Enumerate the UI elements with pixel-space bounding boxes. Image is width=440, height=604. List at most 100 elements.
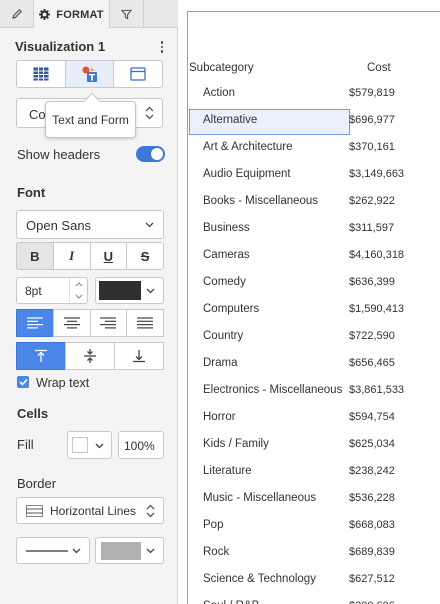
align-top-icon <box>35 349 47 362</box>
table-row[interactable]: Literature $238,242 <box>188 459 440 486</box>
table-row[interactable]: Pop $668,083 <box>188 513 440 540</box>
cell-subcategory[interactable]: Science & Technology <box>203 573 316 585</box>
cell-subcategory[interactable]: Literature <box>203 465 252 477</box>
font-size-stepper[interactable] <box>69 278 87 303</box>
cell-subcategory[interactable]: Art & Architecture <box>203 141 292 153</box>
cell-subcategory[interactable]: Computers <box>203 303 259 315</box>
cell-cost[interactable]: $696,977 <box>349 114 395 126</box>
table-row[interactable]: Comedy $636,399 <box>188 270 440 297</box>
cell-subcategory[interactable]: Country <box>203 330 243 342</box>
show-headers-toggle[interactable] <box>136 146 165 162</box>
cell-subcategory[interactable]: Kids / Family <box>203 438 269 450</box>
border-style-select[interactable]: Horizontal Lines <box>16 497 164 524</box>
cell-cost[interactable]: $4,160,318 <box>349 249 404 261</box>
cell-subcategory[interactable]: Rock <box>203 546 229 558</box>
table-row[interactable]: Music - Miscellaneous $536,228 <box>188 486 440 513</box>
cell-cost[interactable]: $668,083 <box>349 519 395 531</box>
align-middle-button[interactable] <box>65 342 115 370</box>
font-size-input[interactable]: 8pt <box>16 277 88 304</box>
tab-filter[interactable] <box>110 0 144 28</box>
border-color-picker[interactable] <box>95 537 164 564</box>
cell-cost[interactable]: $656,465 <box>349 357 395 369</box>
cell-cost[interactable]: $262,922 <box>349 195 395 207</box>
cell-subcategory[interactable]: Business <box>203 222 250 234</box>
align-top-button[interactable] <box>16 342 66 370</box>
viz-type-text-form-button[interactable]: T <box>65 61 115 87</box>
cells-section-heading: Cells <box>17 406 49 421</box>
cell-cost[interactable]: $3,149,663 <box>349 168 404 180</box>
bold-button[interactable]: B <box>16 242 54 270</box>
table-row[interactable]: Kids / Family $625,034 <box>188 432 440 459</box>
table-row[interactable]: Alternative $696,977 <box>188 108 440 135</box>
table-row[interactable]: Drama $656,465 <box>188 351 440 378</box>
italic-button[interactable]: I <box>52 242 91 270</box>
svg-text:T: T <box>88 74 95 84</box>
border-line-style-picker[interactable] <box>16 537 90 564</box>
table-grid-icon <box>32 67 49 81</box>
table-row[interactable]: Books - Miscellaneous $262,922 <box>188 189 440 216</box>
table-row[interactable]: Horror $594,754 <box>188 405 440 432</box>
table-visualization[interactable]: Subcategory Cost Action $579,819 Alternati… <box>187 11 440 604</box>
column-header-cost[interactable]: Cost <box>367 62 391 74</box>
cell-cost[interactable]: $636,399 <box>349 276 395 288</box>
tab-format-label: FORMAT <box>56 8 104 21</box>
tab-edit[interactable] <box>0 0 34 28</box>
cell-cost[interactable]: $689,839 <box>349 546 395 558</box>
viz-type-table-button[interactable] <box>17 61 66 87</box>
cell-subcategory[interactable]: Comedy <box>203 276 246 288</box>
cell-cost[interactable]: $370,161 <box>349 141 395 153</box>
cell-subcategory[interactable]: Cameras <box>203 249 250 261</box>
cell-cost[interactable]: $3,861,533 <box>349 384 404 396</box>
column-header-subcategory[interactable]: Subcategory <box>189 62 254 74</box>
table-row[interactable]: Business $311,597 <box>188 216 440 243</box>
cell-subcategory[interactable]: Audio Equipment <box>203 168 291 180</box>
tab-format[interactable]: FORMAT <box>34 0 110 29</box>
cell-cost[interactable]: $536,228 <box>349 492 395 504</box>
cell-cost[interactable]: $627,512 <box>349 573 395 585</box>
font-family-select[interactable]: Open Sans <box>16 210 164 239</box>
underline-button[interactable]: U <box>89 242 128 270</box>
fill-color-picker[interactable] <box>67 431 112 459</box>
align-center-button[interactable] <box>52 309 91 337</box>
fill-opacity-input[interactable]: 100% <box>118 431 164 459</box>
align-justify-icon <box>137 317 154 329</box>
align-bottom-button[interactable] <box>114 342 164 370</box>
cell-cost[interactable]: $722,590 <box>349 330 395 342</box>
cell-subcategory[interactable]: Electronics - Miscellaneous <box>203 384 342 396</box>
cell-cost[interactable]: $238,242 <box>349 465 395 477</box>
table-row[interactable]: Cameras $4,160,318 <box>188 243 440 270</box>
table-row[interactable]: Audio Equipment $3,149,663 <box>188 162 440 189</box>
table-row[interactable]: Art & Architecture $370,161 <box>188 135 440 162</box>
cell-subcategory[interactable]: Alternative <box>203 114 257 126</box>
cell-cost[interactable]: $300,606 <box>349 600 395 604</box>
table-row[interactable]: Electronics - Miscellaneous $3,861,533 <box>188 378 440 405</box>
table-row[interactable]: Action $579,819 <box>188 81 440 108</box>
more-options-icon[interactable] <box>156 38 168 56</box>
align-right-button[interactable] <box>89 309 128 337</box>
wrap-text-label: Wrap text <box>36 376 90 390</box>
cell-cost[interactable]: $579,819 <box>349 87 395 99</box>
cell-subcategory[interactable]: Horror <box>203 411 236 423</box>
strikethrough-button[interactable]: S <box>126 242 164 270</box>
cell-subcategory[interactable]: Action <box>203 87 235 99</box>
table-row[interactable]: Country $722,590 <box>188 324 440 351</box>
cell-subcategory[interactable]: Music - Miscellaneous <box>203 492 316 504</box>
cell-subcategory[interactable]: Drama <box>203 357 238 369</box>
viz-type-panel-button[interactable] <box>114 61 162 87</box>
gear-icon <box>39 9 51 20</box>
table-row[interactable]: Soul / R&B $300,606 <box>188 594 440 604</box>
cell-subcategory[interactable]: Soul / R&B <box>203 600 259 604</box>
font-color-picker[interactable] <box>95 277 164 304</box>
cell-cost[interactable]: $594,754 <box>349 411 395 423</box>
align-justify-button[interactable] <box>126 309 164 337</box>
cell-subcategory[interactable]: Pop <box>203 519 223 531</box>
wrap-text-checkbox[interactable] <box>17 376 29 388</box>
cell-subcategory[interactable]: Books - Miscellaneous <box>203 195 318 207</box>
table-row[interactable]: Science & Technology $627,512 <box>188 567 440 594</box>
align-left-button[interactable] <box>16 309 54 337</box>
cell-cost[interactable]: $625,034 <box>349 438 395 450</box>
cell-cost[interactable]: $311,597 <box>349 222 394 234</box>
table-row[interactable]: Rock $689,839 <box>188 540 440 567</box>
table-row[interactable]: Computers $1,590,413 <box>188 297 440 324</box>
cell-cost[interactable]: $1,590,413 <box>349 303 404 315</box>
